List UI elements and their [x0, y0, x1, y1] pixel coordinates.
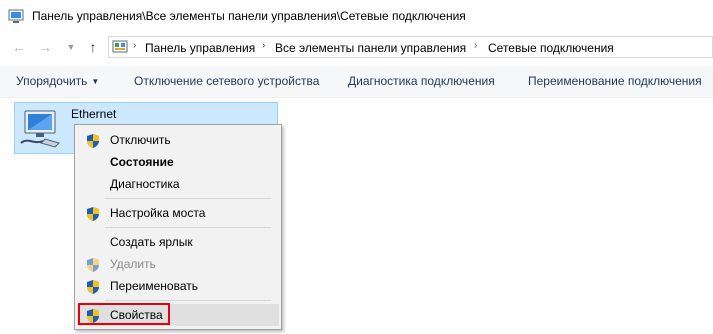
network-folder-icon — [8, 9, 24, 23]
uac-shield-icon — [87, 207, 99, 221]
diagnose-connection-button[interactable]: Диагностика подключения — [348, 74, 495, 88]
menu-item-rename[interactable]: Переименовать — [77, 275, 279, 297]
breadcrumb-separator-icon: › — [133, 40, 137, 51]
navigation-bar: ← → ▼ ↑ › Панель управления › Все элемен… — [0, 32, 713, 62]
menu-item-label: Удалить — [110, 257, 156, 271]
recent-locations-chevron-icon[interactable]: ▼ — [62, 38, 80, 56]
breadcrumb-control-panel[interactable]: Панель управления — [145, 41, 255, 55]
command-bar: Упорядочить ▼ Отключение сетевого устройс… — [0, 66, 713, 98]
menu-item-label: Настройка моста — [110, 206, 206, 220]
menu-item-label: Отключить — [110, 133, 171, 147]
disable-device-button[interactable]: Отключение сетевого устройства — [134, 74, 319, 88]
control-panel-icon — [112, 40, 128, 53]
menu-item-label: Создать ярлык — [110, 235, 193, 249]
up-arrow-icon[interactable]: ↑ — [84, 38, 102, 56]
breadcrumb-all-items[interactable]: Все элементы панели управления — [275, 41, 466, 55]
uac-shield-icon — [87, 280, 99, 294]
title-bar: Панель управления\Все элементы панели уп… — [0, 0, 713, 32]
connection-name: Ethernet — [71, 107, 117, 121]
uac-shield-icon — [87, 134, 99, 148]
uac-shield-icon — [87, 258, 99, 272]
menu-item-bridge-settings[interactable]: Настройка моста — [77, 202, 279, 224]
breadcrumb-separator-icon: › — [262, 40, 266, 51]
menu-item-label: Переименовать — [110, 279, 198, 293]
menu-item-label: Диагностика — [110, 177, 180, 191]
highlight-box — [78, 303, 170, 325]
organize-button[interactable]: Упорядочить ▼ — [16, 74, 99, 88]
rename-connection-button[interactable]: Переименование подключения — [528, 74, 702, 88]
breadcrumb-separator-icon: › — [474, 40, 478, 51]
menu-item-delete: Удалить — [77, 253, 279, 275]
menu-separator — [105, 227, 271, 228]
window-title: Панель управления\Все элементы панели уп… — [32, 9, 466, 23]
breadcrumb-network-connections[interactable]: Сетевые подключения — [488, 41, 614, 55]
forward-arrow-icon[interactable]: → — [36, 38, 54, 56]
menu-separator — [105, 198, 271, 199]
dropdown-caret-icon: ▼ — [91, 77, 100, 86]
menu-item-create-shortcut[interactable]: Создать ярлык — [77, 231, 279, 253]
back-arrow-icon[interactable]: ← — [10, 38, 28, 56]
organize-label: Упорядочить — [16, 74, 88, 88]
menu-item-disable[interactable]: Отключить — [77, 129, 279, 151]
menu-item-label: Состояние — [110, 155, 174, 169]
address-bar[interactable]: › Панель управления › Все элементы панел… — [108, 36, 713, 58]
context-menu: Отключить Состояние Диагностика Настройк… — [74, 124, 282, 330]
menu-separator — [105, 300, 271, 301]
ethernet-adapter-icon — [20, 110, 60, 148]
menu-item-diagnostics[interactable]: Диагностика — [77, 173, 279, 195]
menu-item-status[interactable]: Состояние — [77, 151, 279, 173]
